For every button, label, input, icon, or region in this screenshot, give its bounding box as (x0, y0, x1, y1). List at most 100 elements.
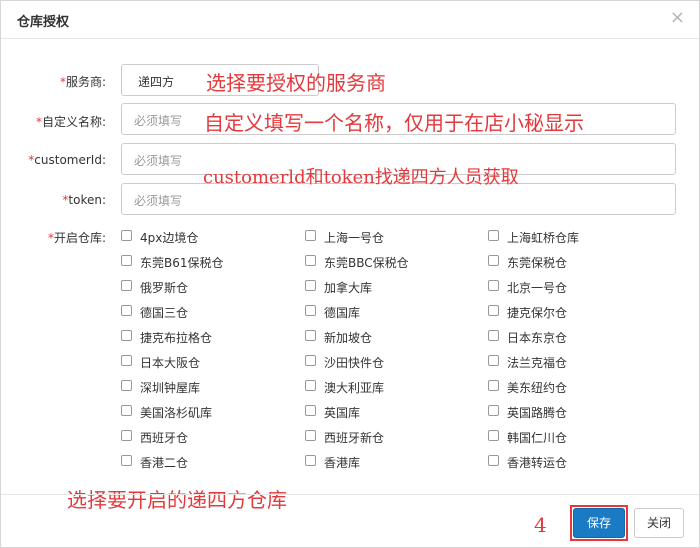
custom-name-label: *自定义名称: (35, 115, 106, 129)
checkbox-icon[interactable] (488, 230, 499, 241)
warehouse-checkbox-label: 加拿大库 (324, 281, 373, 295)
annotation-custom-name: 自定义填写一个名称，仅用于在店小秘显示 (204, 111, 584, 135)
warehouse-checkbox-item[interactable]: 日本东京仓 (488, 329, 658, 345)
checkbox-icon[interactable] (305, 380, 316, 391)
warehouse-checkbox-label: 香港二仓 (140, 456, 189, 470)
warehouse-checkbox-label: 上海一号仓 (324, 231, 385, 245)
warehouse-checkbox-item[interactable]: 上海虹桥仓库 (488, 229, 658, 245)
warehouse-checkbox-label: 捷克布拉格仓 (140, 331, 213, 345)
warehouse-checkbox-item[interactable]: 加拿大库 (305, 279, 475, 295)
annotation-step-number: 4 (534, 513, 547, 537)
warehouse-checkbox-item[interactable]: 新加坡仓 (305, 329, 475, 345)
customer-id-label: *customerId: (28, 153, 106, 167)
warehouse-checkbox-label: 美东纽约仓 (507, 381, 568, 395)
warehouse-checkbox-label: 俄罗斯仓 (140, 281, 189, 295)
warehouse-checkbox-item[interactable]: 东莞B61保税仓 (121, 254, 291, 270)
warehouse-checkbox-item[interactable]: 美国洛杉矶库 (121, 404, 291, 420)
warehouse-checkbox-item[interactable]: 香港库 (305, 454, 475, 470)
checkbox-icon[interactable] (488, 355, 499, 366)
checkbox-icon[interactable] (121, 430, 132, 441)
warehouse-checkbox-label: 日本大阪仓 (140, 356, 201, 370)
checkbox-icon[interactable] (305, 430, 316, 441)
warehouse-checkbox-item[interactable]: 深圳钟屋库 (121, 379, 291, 395)
warehouse-checkbox-item[interactable]: 美东纽约仓 (488, 379, 658, 395)
token-placeholder: 必须填写 (134, 194, 183, 208)
checkbox-icon[interactable] (488, 405, 499, 416)
warehouse-checkbox-item[interactable]: 俄罗斯仓 (121, 279, 291, 295)
warehouse-checkbox-item[interactable]: 澳大利亚库 (305, 379, 475, 395)
warehouse-checkbox-item[interactable]: 4px边境仓 (121, 229, 291, 245)
annotation-customer-id-token: customerld和token找递四方人员获取 (203, 167, 519, 188)
warehouse-checkbox-item[interactable]: 北京一号仓 (488, 279, 658, 295)
warehouse-checkbox-label: 上海虹桥仓库 (507, 231, 580, 245)
warehouse-checkbox-label: 沙田快件仓 (324, 356, 385, 370)
checkbox-icon[interactable] (488, 430, 499, 441)
warehouse-checkbox-label: 香港转运仓 (507, 456, 568, 470)
warehouse-checkbox-label: 英国路腾仓 (507, 406, 568, 420)
warehouse-checkbox-item[interactable]: 英国库 (305, 404, 475, 420)
warehouse-checkbox-item[interactable]: 德国库 (305, 304, 475, 320)
checkbox-icon[interactable] (305, 255, 316, 266)
checkbox-icon[interactable] (305, 280, 316, 291)
service-label: *服务商: (59, 75, 106, 89)
warehouse-checkbox-item[interactable]: 捷克布拉格仓 (121, 329, 291, 345)
checkbox-icon[interactable] (305, 455, 316, 466)
annotation-select-provider: 选择要授权的服务商 (206, 71, 386, 95)
close-button[interactable]: 关闭 (634, 508, 684, 538)
warehouse-checkbox-label: 东莞B61保税仓 (140, 256, 224, 270)
warehouse-checkbox-item[interactable]: 德国三仓 (121, 304, 291, 320)
checkbox-icon[interactable] (305, 355, 316, 366)
warehouse-checkbox-label: 东莞保税仓 (507, 256, 568, 270)
close-icon[interactable]: × (670, 9, 685, 27)
warehouse-checkbox-item[interactable]: 法兰克福仓 (488, 354, 658, 370)
checkbox-icon[interactable] (305, 405, 316, 416)
checkbox-icon[interactable] (488, 330, 499, 341)
checkbox-icon[interactable] (305, 230, 316, 241)
checkbox-icon[interactable] (488, 380, 499, 391)
warehouse-checkbox-label: 北京一号仓 (507, 281, 568, 295)
warehouse-checkbox-item[interactable]: 韩国仁川仓 (488, 429, 658, 445)
checkbox-icon[interactable] (305, 330, 316, 341)
warehouse-checkbox-item[interactable]: 西班牙新仓 (305, 429, 475, 445)
save-button[interactable]: 保存 (573, 508, 625, 538)
warehouse-checkbox-item[interactable]: 东莞保税仓 (488, 254, 658, 270)
warehouse-checkbox-item[interactable]: 捷克保尔仓 (488, 304, 658, 320)
checkbox-icon[interactable] (121, 305, 132, 316)
warehouse-checkbox-item[interactable]: 英国路腾仓 (488, 404, 658, 420)
footer-divider (1, 494, 699, 495)
warehouse-checkbox-label: 韩国仁川仓 (507, 431, 568, 445)
warehouse-checkbox-label: 香港库 (324, 456, 361, 470)
checkbox-icon[interactable] (121, 255, 132, 266)
warehouse-checkbox-item[interactable]: 上海一号仓 (305, 229, 475, 245)
warehouse-checkbox-label: 法兰克福仓 (507, 356, 568, 370)
checkbox-icon[interactable] (305, 305, 316, 316)
checkbox-icon[interactable] (488, 305, 499, 316)
checkbox-icon[interactable] (488, 280, 499, 291)
checkbox-icon[interactable] (121, 355, 132, 366)
warehouse-checkbox-label: 新加坡仓 (324, 331, 373, 345)
warehouse-checkbox-label: 东莞BBC保税仓 (324, 256, 409, 270)
checkbox-icon[interactable] (488, 255, 499, 266)
checkbox-icon[interactable] (121, 330, 132, 341)
checkbox-icon[interactable] (121, 230, 132, 241)
warehouse-checkbox-item[interactable]: 日本大阪仓 (121, 354, 291, 370)
checkbox-icon[interactable] (121, 280, 132, 291)
custom-name-placeholder: 必须填写 (134, 114, 183, 128)
warehouse-checkbox-item[interactable]: 香港二仓 (121, 454, 291, 470)
warehouse-checkbox-item[interactable]: 东莞BBC保税仓 (305, 254, 475, 270)
warehouse-checkbox-label: 日本东京仓 (507, 331, 568, 345)
warehouse-auth-dialog: 仓库授权 × *服务商: 递四方 *自定义名称: 必须填写 *customerI… (0, 0, 700, 548)
warehouse-checkbox-label: 德国三仓 (140, 306, 189, 320)
dialog-header: 仓库授权 × (1, 1, 699, 39)
warehouse-checkbox-item[interactable]: 香港转运仓 (488, 454, 658, 470)
warehouse-checkbox-label: 英国库 (324, 406, 361, 420)
warehouse-checkbox-item[interactable]: 西班牙仓 (121, 429, 291, 445)
warehouse-checkbox-item[interactable]: 沙田快件仓 (305, 354, 475, 370)
checkbox-icon[interactable] (488, 455, 499, 466)
customer-id-placeholder: 必须填写 (134, 154, 183, 168)
annotation-warehouses: 选择要开启的递四方仓库 (67, 488, 287, 512)
warehouses-label: *开启仓库: (47, 231, 106, 245)
checkbox-icon[interactable] (121, 405, 132, 416)
checkbox-icon[interactable] (121, 455, 132, 466)
checkbox-icon[interactable] (121, 380, 132, 391)
